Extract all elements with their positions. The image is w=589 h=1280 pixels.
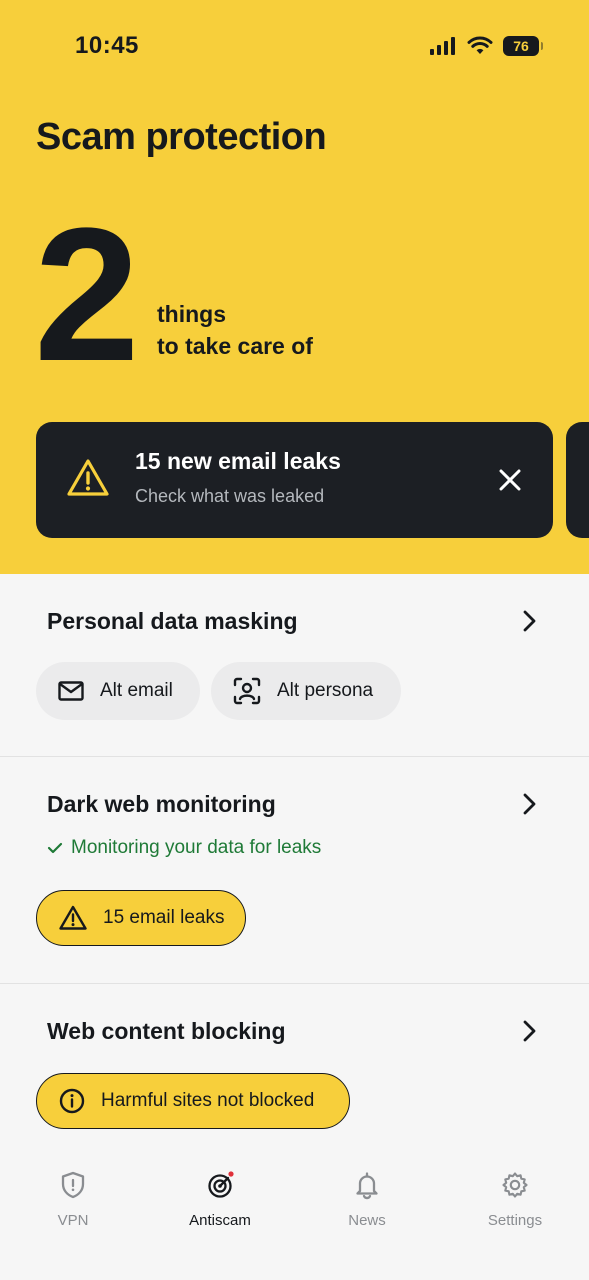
mail-icon	[58, 681, 84, 701]
alt-email-label: Alt email	[100, 680, 173, 701]
wifi-icon	[467, 36, 493, 54]
issues-caption: things to take care of	[157, 298, 313, 362]
tab-settings[interactable]: Settings	[455, 1170, 575, 1229]
check-icon	[47, 842, 63, 854]
gear-icon	[502, 1172, 528, 1198]
email-leaks-chip[interactable]: 15 email leaks	[36, 890, 246, 946]
next-alert-card[interactable]	[566, 422, 589, 538]
section-web-content-blocking: Web content blocking Harmful sites not b…	[0, 984, 589, 1152]
close-icon[interactable]	[496, 466, 524, 494]
alert-subtitle: Check what was leaked	[135, 486, 325, 506]
issues-count: 2	[34, 189, 140, 401]
harmful-sites-label: Harmful sites not blocked	[101, 1090, 315, 1111]
section-title-masking[interactable]: Personal data masking	[47, 608, 298, 635]
warning-icon	[67, 459, 109, 496]
alt-persona-label: Alt persona	[277, 680, 374, 701]
shield-icon	[61, 1171, 85, 1199]
status-time: 10:45	[75, 32, 139, 59]
hero-panel: 10:45 76 Scam protection 2 things to tak…	[0, 0, 589, 574]
chevron-right-icon[interactable]	[518, 1019, 540, 1043]
section-personal-data-masking: Personal data masking Alt email Alt pers…	[0, 574, 589, 756]
section-title-darkweb[interactable]: Dark web monitoring	[47, 791, 276, 818]
tab-news[interactable]: News	[307, 1170, 427, 1229]
radar-icon	[208, 1171, 234, 1198]
bottom-tab-bar: VPN Antiscam News Settings	[0, 1152, 589, 1280]
section-title-blocking[interactable]: Web content blocking	[47, 1018, 286, 1045]
issues-caption-line2: to take care of	[157, 333, 313, 359]
tab-vpn-label: VPN	[57, 1212, 89, 1229]
section-dark-web-monitoring: Dark web monitoring Monitoring your data…	[0, 757, 589, 983]
bell-icon	[356, 1172, 378, 1200]
monitoring-status-text: Monitoring your data for leaks	[71, 837, 322, 858]
email-leaks-label: 15 email leaks	[103, 907, 225, 928]
chevron-right-icon[interactable]	[518, 609, 540, 633]
issues-caption-line1: things	[157, 301, 226, 327]
chevron-right-icon[interactable]	[518, 792, 540, 816]
notification-dot	[228, 1171, 234, 1177]
alt-persona-chip[interactable]: Alt persona	[211, 662, 401, 720]
status-icons: 76	[430, 36, 543, 56]
alt-email-chip[interactable]: Alt email	[36, 662, 200, 720]
tab-news-label: News	[348, 1212, 386, 1229]
warning-icon	[59, 905, 87, 931]
tab-settings-label: Settings	[487, 1212, 543, 1229]
harmful-sites-chip[interactable]: Harmful sites not blocked	[36, 1073, 350, 1129]
tab-vpn[interactable]: VPN	[13, 1170, 133, 1229]
monitoring-status: Monitoring your data for leaks	[47, 837, 321, 859]
persona-icon	[233, 677, 261, 705]
alert-title: 15 new email leaks	[135, 448, 341, 474]
page-title: Scam protection	[36, 116, 327, 158]
email-leak-alert-card[interactable]: 15 new email leaks Check what was leaked	[36, 422, 553, 538]
battery-level: 76	[513, 38, 529, 54]
signal-icon	[430, 37, 455, 55]
tab-antiscam[interactable]: Antiscam	[160, 1170, 280, 1229]
info-icon	[59, 1088, 85, 1114]
battery-icon: 76	[503, 36, 543, 56]
tab-antiscam-label: Antiscam	[189, 1212, 251, 1229]
status-bar: 10:45 76	[0, 0, 589, 90]
